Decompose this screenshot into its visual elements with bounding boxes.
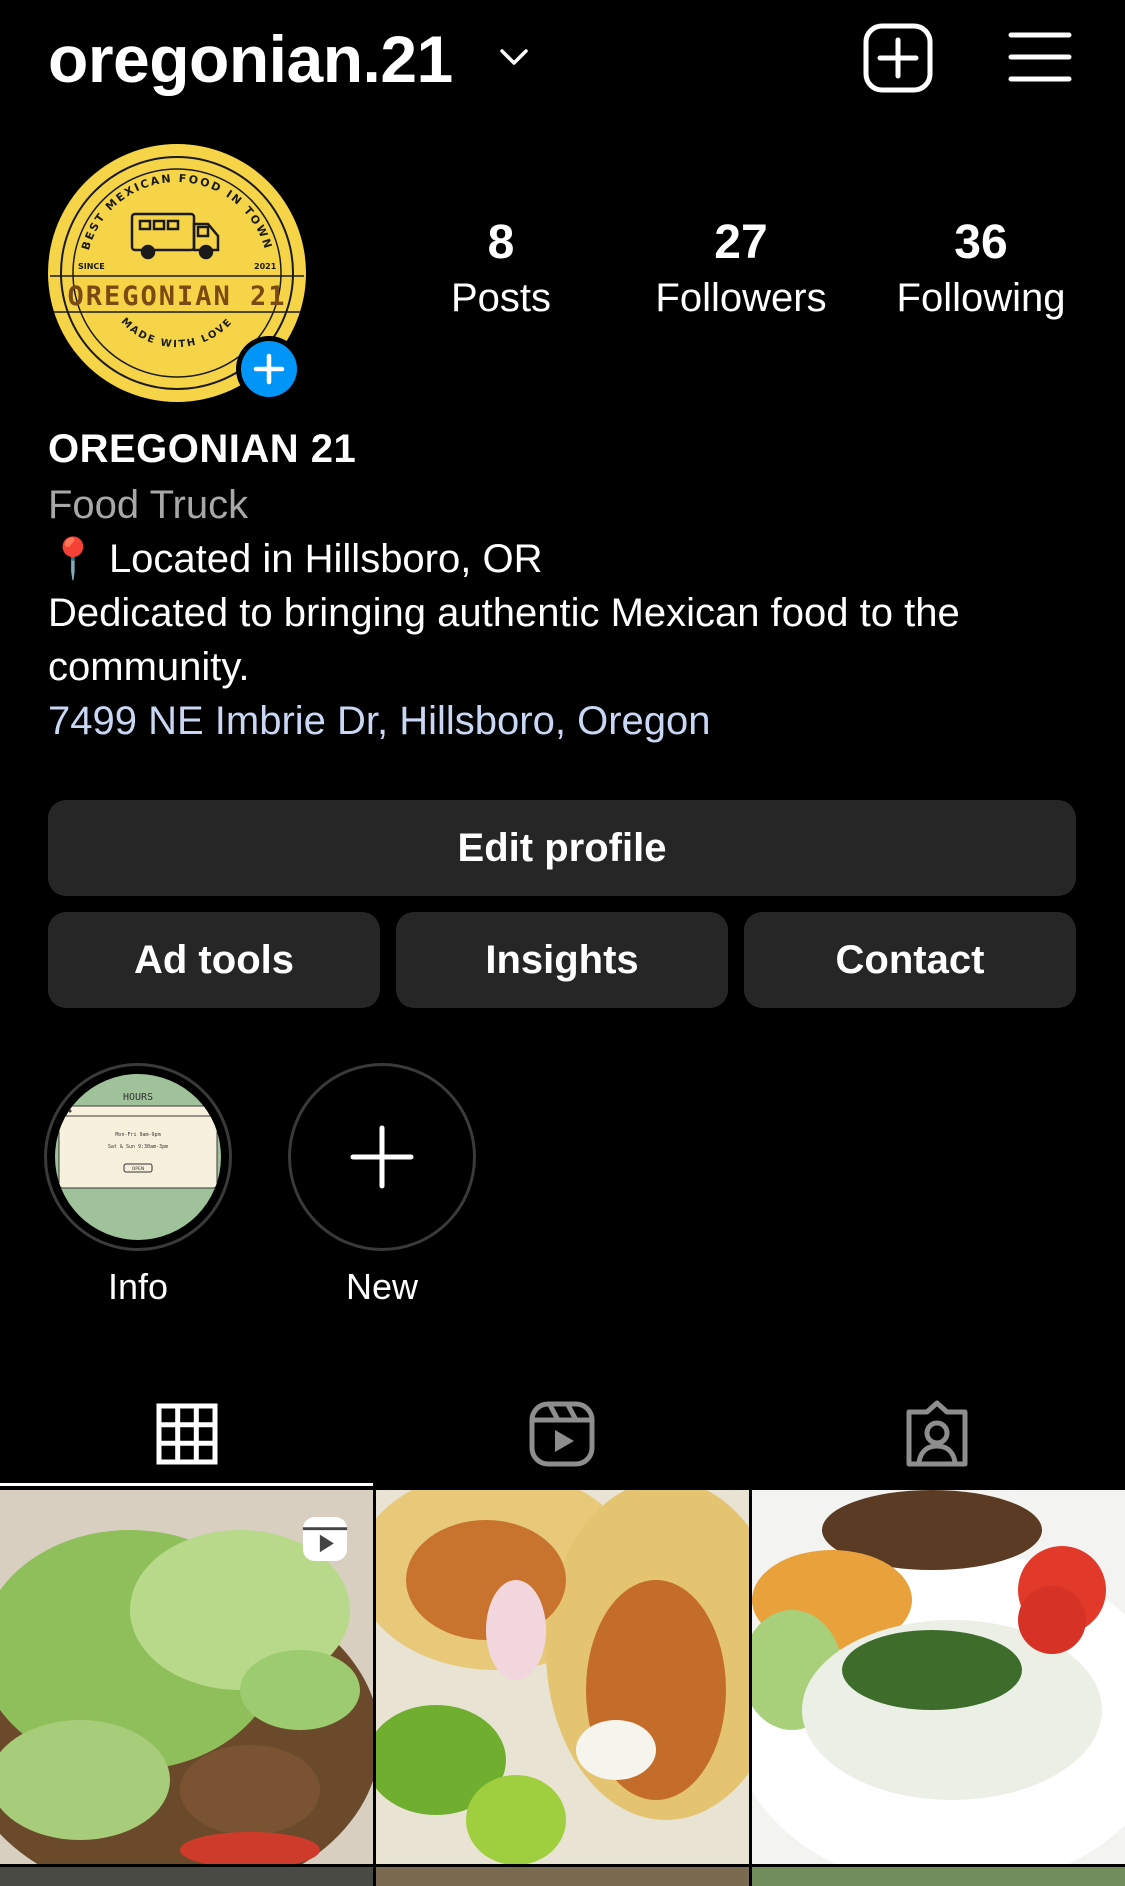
stat-value: 8 bbox=[487, 216, 515, 269]
ad-tools-button[interactable]: Ad tools bbox=[48, 912, 380, 1008]
tab-tagged[interactable] bbox=[750, 1384, 1124, 1484]
address-link[interactable]: 7499 NE Imbrie Dr, Hillsboro, Oregon bbox=[48, 694, 711, 748]
highlight-label: Info bbox=[107, 1266, 169, 1307]
post-thumbnail[interactable] bbox=[376, 1867, 749, 1886]
hamburger-menu-icon[interactable] bbox=[1008, 30, 1072, 84]
contact-button[interactable]: Contact bbox=[744, 912, 1076, 1008]
svg-text:2021: 2021 bbox=[254, 262, 277, 271]
svg-text:HOURS: HOURS bbox=[123, 1092, 153, 1103]
insights-button[interactable]: Insights bbox=[396, 912, 728, 1008]
highlight-label: New bbox=[345, 1266, 419, 1307]
location-pin-icon: 📍 bbox=[48, 537, 98, 581]
edit-profile-button[interactable]: Edit profile bbox=[48, 800, 1076, 896]
stat-value: 27 bbox=[714, 216, 768, 269]
add-story-button[interactable] bbox=[236, 336, 302, 402]
highlight-info[interactable]: Mon-Fri 9am-9pm Sat & Sun 9:30am-3pm OPE… bbox=[44, 1063, 232, 1251]
post-thumbnail[interactable] bbox=[376, 1490, 749, 1864]
bio-text: community. bbox=[48, 645, 250, 689]
bio-text: Dedicated to bringing authentic Mexican … bbox=[48, 591, 960, 635]
display-name: OREGONIAN 21 bbox=[48, 427, 357, 471]
stat-followers[interactable]: 27 Followers bbox=[631, 214, 851, 324]
enchiladas-plate-photo bbox=[752, 1490, 1125, 1864]
svg-text:OPEN: OPEN bbox=[132, 1166, 144, 1172]
bio-location: 📍 Located in Hillsboro, OR bbox=[48, 537, 543, 581]
stat-posts[interactable]: 8 Posts bbox=[391, 214, 611, 324]
tab-grid[interactable] bbox=[0, 1384, 374, 1484]
profile-category: Food Truck bbox=[48, 483, 249, 527]
stat-label: Followers bbox=[655, 276, 827, 320]
post-thumbnail[interactable] bbox=[0, 1867, 373, 1886]
chevron-down-icon[interactable] bbox=[497, 40, 531, 74]
svg-text:Sat & Sun 9:30am-3pm: Sat & Sun 9:30am-3pm bbox=[108, 1144, 168, 1150]
tab-reels[interactable] bbox=[375, 1384, 749, 1484]
plus-square-icon[interactable] bbox=[862, 22, 934, 94]
stat-value: 36 bbox=[954, 216, 1008, 269]
plus-icon bbox=[253, 353, 285, 385]
reels-icon bbox=[529, 1401, 595, 1467]
tacos-photo bbox=[376, 1490, 749, 1864]
post-thumbnail[interactable] bbox=[0, 1490, 373, 1864]
stat-label: Posts bbox=[450, 276, 552, 320]
account-username[interactable]: oregonian.21 bbox=[48, 14, 453, 104]
svg-text:OREGONIAN 21: OREGONIAN 21 bbox=[67, 281, 286, 312]
plus-icon bbox=[350, 1125, 414, 1189]
hours-card-thumbnail: Mon-Fri 9am-9pm Sat & Sun 9:30am-3pm OPE… bbox=[55, 1074, 221, 1240]
active-tab-indicator bbox=[0, 1483, 373, 1486]
highlight-new[interactable] bbox=[288, 1063, 476, 1251]
tagged-person-icon bbox=[906, 1400, 968, 1467]
stat-label: Following bbox=[896, 276, 1066, 320]
post-thumbnail[interactable] bbox=[752, 1490, 1125, 1864]
svg-text:Mon-Fri 9am-9pm: Mon-Fri 9am-9pm bbox=[115, 1132, 160, 1138]
grid-icon bbox=[156, 1403, 218, 1465]
reels-icon bbox=[302, 1516, 348, 1562]
stat-following[interactable]: 36 Following bbox=[871, 214, 1091, 324]
svg-text:SINCE: SINCE bbox=[78, 262, 105, 271]
post-thumbnail[interactable] bbox=[752, 1867, 1125, 1886]
